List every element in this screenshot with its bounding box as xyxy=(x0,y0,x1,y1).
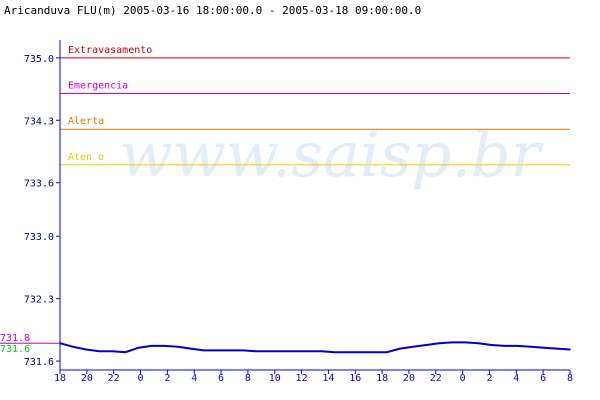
x-tick-label-15: 0 xyxy=(460,373,466,384)
chart-title: Aricanduva FLU(m) 2005-03-16 18:00:00.0 … xyxy=(4,4,421,17)
series-point-39 xyxy=(569,348,571,351)
series-point-25 xyxy=(386,351,388,353)
series-point-5 xyxy=(124,351,127,353)
marker-label-0: 731.8 xyxy=(0,333,30,344)
reference-markers: 731.8731.6 xyxy=(0,333,60,355)
x-tick-label-17: 4 xyxy=(513,373,519,384)
series-point-29 xyxy=(438,342,441,345)
level-chart: www.saisp.br Aricanduva FLU(m) 2005-03-1… xyxy=(0,4,573,384)
x-tick-label-1: 20 xyxy=(81,373,93,384)
x-tick-label-6: 6 xyxy=(218,373,224,384)
series-point-20 xyxy=(320,350,323,353)
series-point-12 xyxy=(216,349,218,352)
series-point-36 xyxy=(529,346,532,348)
series-point-3 xyxy=(98,350,101,353)
series-point-32 xyxy=(477,342,480,345)
series-point-28 xyxy=(425,344,427,346)
series-point-4 xyxy=(111,350,114,353)
series-point-22 xyxy=(346,351,349,353)
marker-label-1: 731.6 xyxy=(0,344,30,355)
series-point-27 xyxy=(412,346,414,348)
x-tick-label-10: 14 xyxy=(322,373,334,384)
x-tick-label-11: 16 xyxy=(349,373,361,384)
x-tick-label-9: 12 xyxy=(296,373,308,384)
series-point-21 xyxy=(333,351,336,353)
y-tick-label-0: 735.0 xyxy=(24,54,54,65)
x-tick-label-18: 6 xyxy=(540,373,546,384)
series-line-0 xyxy=(59,341,571,354)
x-tick-label-5: 4 xyxy=(191,373,197,384)
threshold-label-1: Emergencia xyxy=(68,81,128,92)
series-point-0 xyxy=(59,342,61,345)
series-point-35 xyxy=(516,345,519,347)
series-point-6 xyxy=(137,346,140,349)
x-tick-label-0: 18 xyxy=(54,373,66,384)
series-point-14 xyxy=(242,349,244,352)
series-point-2 xyxy=(85,348,87,351)
x-tick-label-2: 22 xyxy=(108,373,120,384)
series-point-37 xyxy=(543,346,545,349)
y-tick-label-5: 731.6 xyxy=(24,357,54,368)
y-tick-label-3: 733.0 xyxy=(24,232,54,243)
series-point-38 xyxy=(556,347,558,350)
series-point-11 xyxy=(203,349,205,352)
series-point-7 xyxy=(150,345,153,347)
series-point-19 xyxy=(307,350,310,353)
series-point-18 xyxy=(294,350,297,353)
y-tick-label-4: 732.3 xyxy=(24,295,54,306)
series-point-9 xyxy=(176,346,179,348)
series-point-34 xyxy=(503,345,506,347)
x-tick-label-13: 20 xyxy=(403,373,415,384)
x-tick-label-8: 10 xyxy=(269,373,281,384)
series-point-13 xyxy=(229,349,231,352)
series-group xyxy=(59,341,571,354)
series-point-33 xyxy=(490,344,493,346)
series-point-17 xyxy=(281,350,284,353)
axes: 735.0734.3733.6733.0732.3731.618 20 22 0 2 4 6… xyxy=(24,40,573,384)
series-point-31 xyxy=(464,341,467,344)
series-point-26 xyxy=(399,347,401,350)
series-point-24 xyxy=(373,351,375,353)
x-tick-label-16: 2 xyxy=(486,373,492,384)
y-tick-label-2: 733.6 xyxy=(24,179,54,190)
series-point-10 xyxy=(189,347,192,350)
threshold-label-2: Alerta xyxy=(68,116,104,127)
threshold-label-3: Aten o xyxy=(68,152,104,163)
x-tick-label-4: 2 xyxy=(164,373,170,384)
series-point-8 xyxy=(163,345,166,347)
threshold-label-0: Extravasamento xyxy=(68,45,152,56)
series-point-23 xyxy=(359,351,362,353)
y-tick-label-1: 734.3 xyxy=(24,116,54,127)
series-point-1 xyxy=(72,346,74,348)
series-point-16 xyxy=(268,350,271,353)
series-point-15 xyxy=(255,350,257,353)
x-tick-label-3: 0 xyxy=(138,373,144,384)
series-point-30 xyxy=(451,341,454,344)
x-tick-label-12: 18 xyxy=(376,373,388,384)
x-tick-label-14: 22 xyxy=(430,373,442,384)
x-tick-label-19: 8 xyxy=(567,373,573,384)
x-tick-label-7: 8 xyxy=(245,373,251,384)
